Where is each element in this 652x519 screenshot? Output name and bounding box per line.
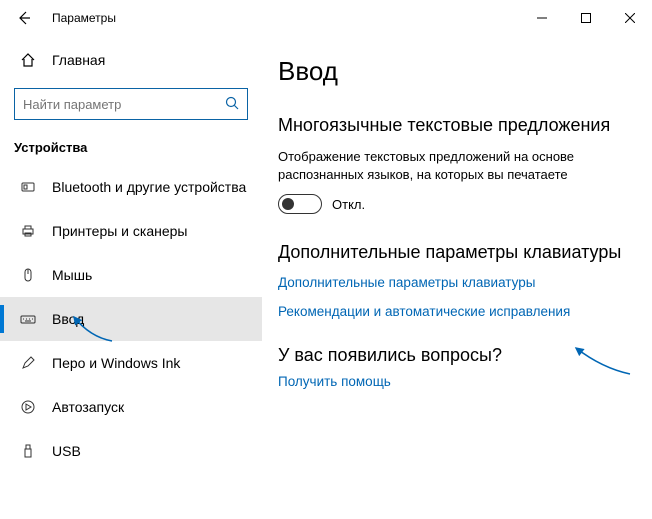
minimize-icon [537, 13, 547, 23]
sidebar-home-label: Главная [52, 52, 105, 68]
sidebar-section-header: Устройства [0, 128, 262, 165]
window-title: Параметры [52, 11, 116, 25]
section-heading-advanced-kb: Дополнительные параметры клавиатуры [278, 242, 628, 263]
titlebar: Параметры [0, 0, 652, 36]
keyboard-icon [18, 311, 38, 327]
autoplay-icon [18, 399, 38, 415]
minimize-button[interactable] [520, 2, 564, 34]
help-heading: У вас появились вопросы? [278, 345, 628, 366]
sidebar-item-label: Ввод [52, 311, 84, 327]
link-get-help[interactable]: Получить помощь [278, 374, 628, 389]
page-title: Ввод [278, 56, 628, 87]
printer-icon [18, 223, 38, 239]
sidebar-item-label: Мышь [52, 267, 92, 283]
search-box[interactable] [14, 88, 248, 120]
sidebar-item-bluetooth[interactable]: Bluetooth и другие устройства [0, 165, 262, 209]
bluetooth-devices-icon [18, 179, 38, 195]
sidebar-item-label: USB [52, 443, 81, 459]
link-autocorrect[interactable]: Рекомендации и автоматические исправлени… [278, 304, 628, 319]
back-button[interactable] [8, 2, 40, 34]
usb-icon [18, 443, 38, 459]
window-controls [520, 2, 652, 34]
section-desc-multilang: Отображение текстовых предложений на осн… [278, 148, 628, 184]
pen-icon [18, 355, 38, 371]
sidebar-item-label: Принтеры и сканеры [52, 223, 187, 239]
sidebar-home[interactable]: Главная [0, 40, 262, 80]
sidebar: Главная Устройства Bluetooth и другие ус… [0, 36, 262, 519]
home-icon [18, 52, 38, 68]
sidebar-item-autoplay[interactable]: Автозапуск [0, 385, 262, 429]
search-icon [225, 96, 239, 113]
sidebar-item-mouse[interactable]: Мышь [0, 253, 262, 297]
close-icon [625, 13, 635, 23]
sidebar-item-typing[interactable]: Ввод [0, 297, 262, 341]
sidebar-item-usb[interactable]: USB [0, 429, 262, 473]
sidebar-item-label: Bluetooth и другие устройства [52, 179, 246, 195]
content-pane: Ввод Многоязычные текстовые предложения … [262, 36, 652, 519]
sidebar-item-label: Перо и Windows Ink [52, 355, 180, 371]
arrow-left-icon [16, 10, 32, 26]
toggle-label: Откл. [332, 197, 365, 212]
toggle-knob [282, 198, 294, 210]
mouse-icon [18, 267, 38, 283]
sidebar-item-label: Автозапуск [52, 399, 124, 415]
section-heading-multilang: Многоязычные текстовые предложения [278, 115, 628, 136]
sidebar-item-printers[interactable]: Принтеры и сканеры [0, 209, 262, 253]
maximize-icon [581, 13, 591, 23]
link-advanced-keyboard[interactable]: Дополнительные параметры клавиатуры [278, 275, 628, 290]
sidebar-item-pen[interactable]: Перо и Windows Ink [0, 341, 262, 385]
toggle-multilang[interactable] [278, 194, 322, 214]
close-button[interactable] [608, 2, 652, 34]
toggle-row-multilang: Откл. [278, 194, 628, 214]
search-input[interactable] [23, 97, 225, 112]
maximize-button[interactable] [564, 2, 608, 34]
